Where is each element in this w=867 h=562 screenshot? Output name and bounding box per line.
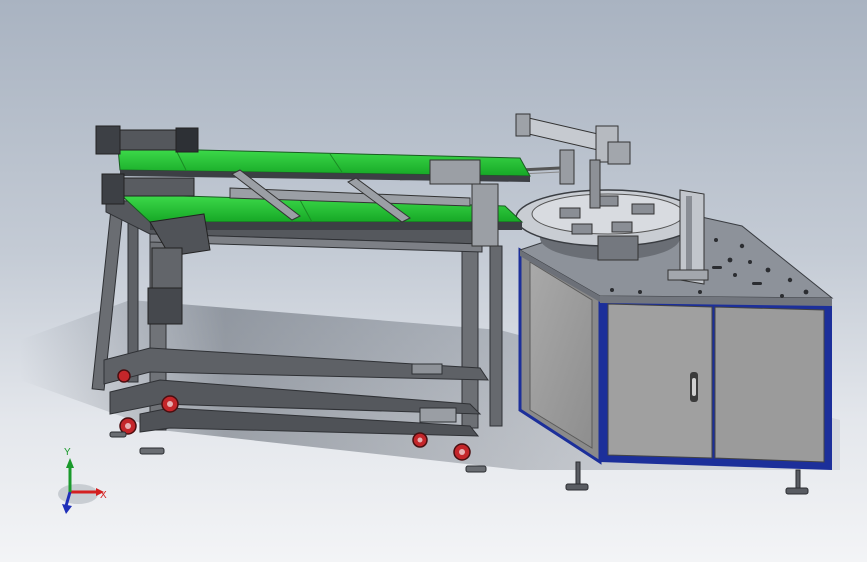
x-axis-label: X bbox=[100, 490, 107, 501]
cad-viewport[interactable]: X Y bbox=[0, 0, 867, 562]
coordinate-triad: X Y bbox=[58, 447, 107, 514]
y-axis-label: Y bbox=[64, 447, 71, 458]
assembly-drawing: X Y bbox=[20, 113, 840, 514]
